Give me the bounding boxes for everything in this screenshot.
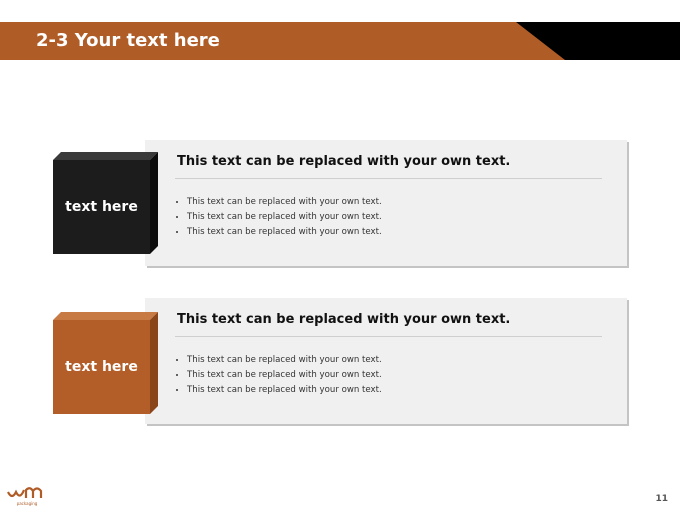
divider (175, 178, 602, 179)
bullet-item: This text can be replaced with your own … (187, 225, 382, 240)
block-label: text here (53, 320, 150, 414)
content-panel-2: This text can be replaced with your own … (145, 298, 627, 424)
bullet-item: This text can be replaced with your own … (187, 383, 382, 398)
bullet-item: This text can be replaced with your own … (187, 210, 382, 225)
label-block-1: text here (53, 152, 158, 254)
bullet-item: This text can be replaced with your own … (187, 368, 382, 383)
block-label: text here (53, 160, 150, 254)
bullet-item: This text can be replaced with your own … (187, 353, 382, 368)
page-number: 11 (655, 494, 668, 504)
page-title: 2-3 Your text here (36, 30, 220, 51)
panel-heading: This text can be replaced with your own … (177, 154, 511, 169)
panel-heading: This text can be replaced with your own … (177, 312, 511, 327)
bullet-list: This text can be replaced with your own … (175, 195, 382, 240)
company-logo: packaging (7, 487, 43, 506)
content-panel-1: This text can be replaced with your own … (145, 140, 627, 266)
label-block-2: text here (53, 312, 158, 414)
bullet-list: This text can be replaced with your own … (175, 353, 382, 398)
logo-wordmark: packaging (17, 501, 38, 506)
bullet-item: This text can be replaced with your own … (187, 195, 382, 210)
divider (175, 336, 602, 337)
title-bar: 2-3 Your text here (0, 22, 680, 60)
